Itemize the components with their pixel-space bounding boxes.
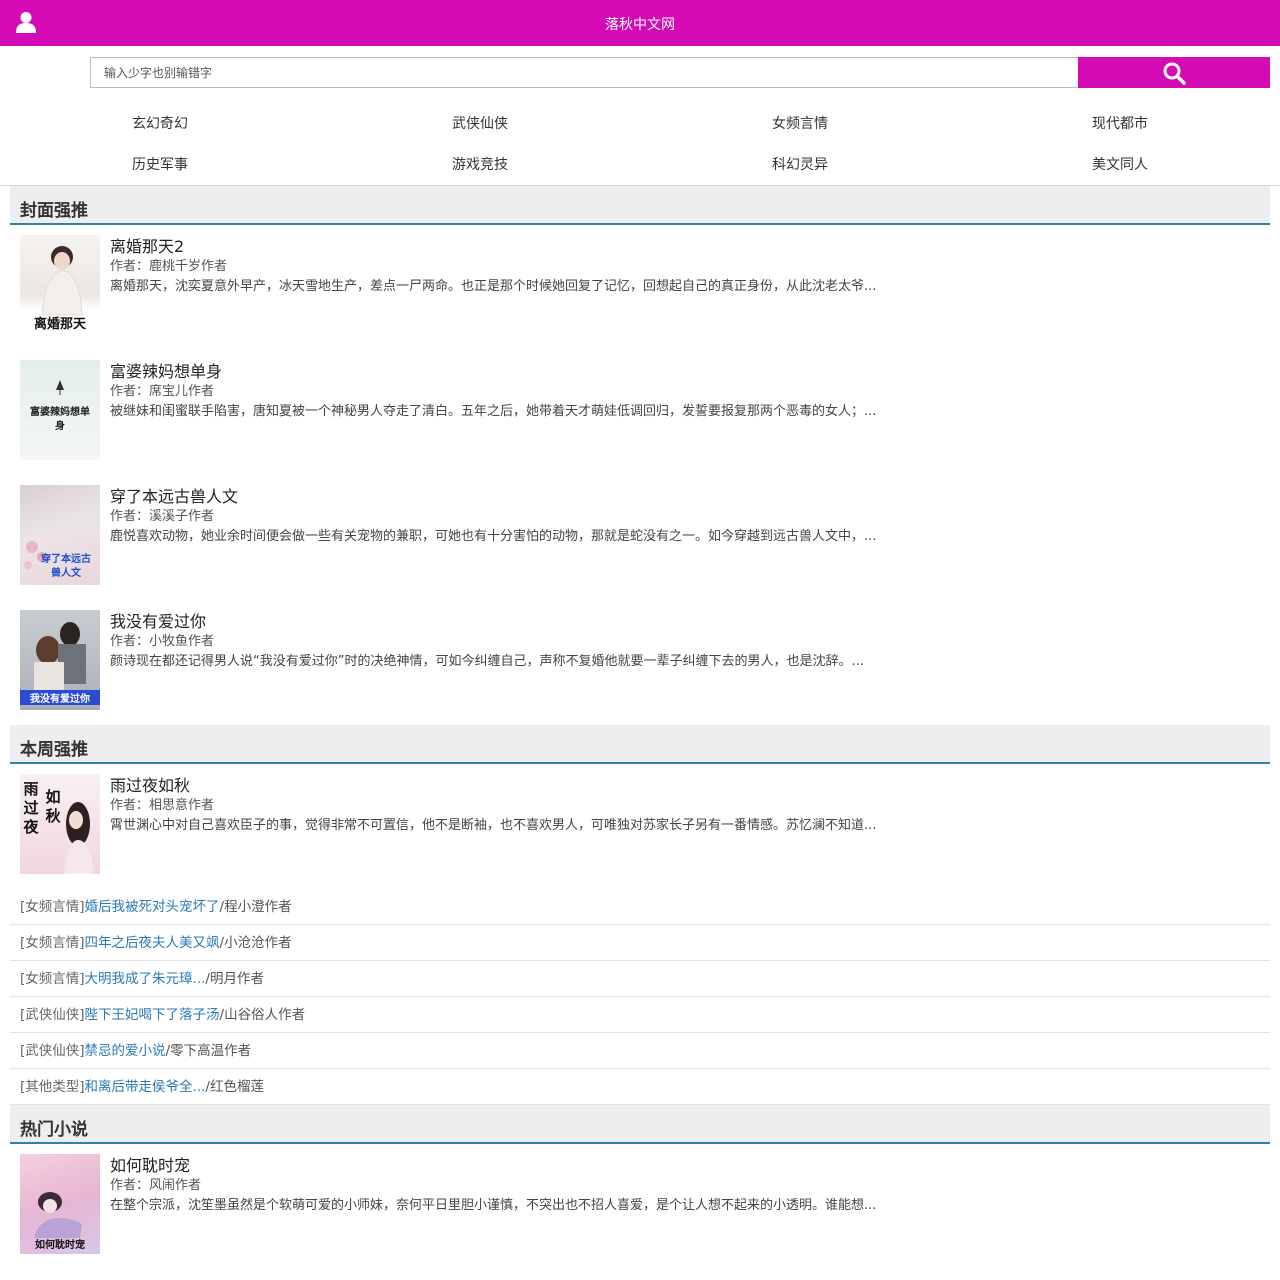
list-item-author: 零下高温作者 xyxy=(170,1043,252,1059)
category-link-xuanhuan[interactable]: 玄幻奇幻 xyxy=(0,114,320,134)
section-title: 热门小说 xyxy=(20,1120,88,1140)
list-item: [武侠仙侠]陛下王妃喝下了落子汤/山谷俗人作者 xyxy=(10,997,1270,1033)
list-item-author: 山谷俗人作者 xyxy=(224,1007,306,1023)
list-item: [其他类型]和离后带走侯爷全.../红色榴莲 xyxy=(10,1069,1270,1105)
book-item[interactable]: 我没有爱过你 我没有爱过你 作者：小牧鱼作者 颜诗现在都还记得男人说“我没有爱过… xyxy=(10,600,1270,725)
search-input[interactable] xyxy=(90,57,1078,88)
list-item-title-link[interactable]: 禁忌的爱小说 xyxy=(85,1043,166,1059)
book-intro: 鹿悦喜欢动物，她业余时间便会做一些有关宠物的兼职，可她也有十分害怕的动物，那就是… xyxy=(110,529,877,544)
cover-title: 雨过夜 xyxy=(23,780,39,836)
section-title: 封面强推 xyxy=(20,201,88,221)
book-title[interactable]: 穿了本远古兽人文 xyxy=(110,483,238,507)
book-title[interactable]: 富婆辣妈想单身 xyxy=(110,358,222,382)
book-author: 作者：鹿桃千岁作者 xyxy=(110,259,228,274)
section-title: 本周强推 xyxy=(20,740,88,760)
list-item-author: 明月作者 xyxy=(209,971,264,987)
book-intro: 霄世渊心中对自己喜欢臣子的事，觉得非常不可置信，他不是断袖，也不喜欢男人，可唯独… xyxy=(110,818,877,833)
cover-title: 如秋 xyxy=(45,788,61,825)
category-link-lishi[interactable]: 历史军事 xyxy=(0,155,320,175)
search-icon xyxy=(1163,62,1186,85)
book-cover[interactable]: 离婚那天 xyxy=(20,235,100,335)
book-cover[interactable]: 如何耽时宠 xyxy=(20,1154,100,1254)
list-item-category[interactable]: [女频言情] xyxy=(20,899,85,915)
category-link-dushi[interactable]: 现代都市 xyxy=(960,114,1280,134)
list-item-title-link[interactable]: 大明我成了朱元璋... xyxy=(85,971,206,987)
search-button[interactable] xyxy=(1078,57,1270,88)
book-cover[interactable]: 穿了本远古兽人文 xyxy=(20,485,100,585)
list-item-title-link[interactable]: 婚后我被死对头宠坏了 xyxy=(85,899,220,915)
book-item[interactable]: 穿了本远古兽人文 穿了本远古兽人文 作者：溪溪子作者 鹿悦喜欢动物，她业余时间便… xyxy=(10,475,1270,600)
category-link-nvpin[interactable]: 女频言情 xyxy=(640,114,960,134)
cover-title: 离婚那天 xyxy=(33,317,86,332)
list-item-title-link[interactable]: 和离后带走侯爷全... xyxy=(85,1079,206,1095)
cover-title: 如何耽时宠 xyxy=(35,1240,85,1251)
list-item-title-link[interactable]: 陛下王妃喝下了落子汤 xyxy=(85,1007,220,1023)
list-item: [女频言情]大明我成了朱元璋.../明月作者 xyxy=(10,961,1270,997)
list-item-author: 程小澄作者 xyxy=(224,899,292,915)
list-item-category[interactable]: [女频言情] xyxy=(20,935,85,951)
book-intro: 在整个宗派，沈笙墨虽然是个软萌可爱的小师妹，奈何平日里胆小谨慎，不突出也不招人喜… xyxy=(110,1198,877,1213)
cover-title: 富婆辣妈想单身 xyxy=(30,407,90,432)
book-item[interactable]: 雨过夜 如秋 雨过夜如秋 作者：相思意作者 霄世渊心中对自己喜欢臣子的事，觉得非… xyxy=(10,764,1270,889)
book-intro: 被继妹和闺蜜联手陷害，唐知夏被一个神秘男人夺走了清白。五年之后，她带着天才萌娃低… xyxy=(110,404,877,419)
list-item: [武侠仙侠]禁忌的爱小说/零下高温作者 xyxy=(10,1033,1270,1069)
book-item[interactable]: 富婆辣妈想单身 富婆辣妈想单身 作者：席宝儿作者 被继妹和闺蜜联手陷害，唐知夏被… xyxy=(10,350,1270,475)
book-title[interactable]: 雨过夜如秋 xyxy=(110,772,190,796)
book-intro: 离婚那天，沈奕夏意外早产，冰天雪地生产，差点一尸两命。也正是那个时候她回复了记忆… xyxy=(110,279,877,294)
category-link-kehuan[interactable]: 科幻灵异 xyxy=(640,155,960,175)
list-item-category[interactable]: [女频言情] xyxy=(20,971,85,987)
book-cover[interactable]: 富婆辣妈想单身 xyxy=(20,360,100,460)
book-author: 作者：席宝儿作者 xyxy=(110,384,215,399)
cover-title: 穿了本远古兽人文 xyxy=(41,554,91,579)
category-link-youxi[interactable]: 游戏竞技 xyxy=(320,155,640,175)
list-item: [女频言情]婚后我被死对头宠坏了/程小澄作者 xyxy=(10,889,1270,925)
list-item-category[interactable]: [武侠仙侠] xyxy=(20,1043,85,1059)
book-item[interactable]: 如何耽时宠 如何耽时宠 作者：风闹作者 在整个宗派，沈笙墨虽然是个软萌可爱的小师… xyxy=(10,1144,1270,1269)
cover-title: 我没有爱过你 xyxy=(20,690,100,705)
list-item: [女频言情]四年之后夜夫人美又飒/小沧沧作者 xyxy=(10,925,1270,961)
book-title[interactable]: 我没有爱过你 xyxy=(110,608,206,632)
list-item-title-link[interactable]: 四年之后夜夫人美又飒 xyxy=(85,935,220,951)
book-title[interactable]: 离婚那天2 xyxy=(110,233,184,257)
book-cover[interactable]: 我没有爱过你 xyxy=(20,610,100,710)
list-item-author: 小沧沧作者 xyxy=(224,935,292,951)
site-title[interactable]: 落秋中文网 xyxy=(0,14,1280,34)
section-header-weekly: 本周强推 xyxy=(10,725,1270,764)
category-link-wuxia[interactable]: 武侠仙侠 xyxy=(320,114,640,134)
book-title[interactable]: 如何耽时宠 xyxy=(110,1152,190,1176)
list-item-category[interactable]: [其他类型] xyxy=(20,1079,85,1095)
book-cover[interactable]: 雨过夜 如秋 xyxy=(20,774,100,874)
category-link-meiwen[interactable]: 美文同人 xyxy=(960,155,1280,175)
list-item-category[interactable]: [武侠仙侠] xyxy=(20,1007,85,1023)
book-intro: 颜诗现在都还记得男人说“我没有爱过你”时的决绝神情，可如今纠缠自己，声称不复婚他… xyxy=(110,654,864,669)
section-header-hot: 热门小说 xyxy=(10,1105,1270,1144)
book-author: 作者：溪溪子作者 xyxy=(110,509,215,524)
book-author: 作者：相思意作者 xyxy=(110,798,215,813)
section-header-cover: 封面强推 xyxy=(10,186,1270,225)
top-bar: 落秋中文网 xyxy=(0,0,1280,46)
book-item[interactable]: 离婚那天 离婚那天2 作者：鹿桃千岁作者 离婚那天，沈奕夏意外早产，冰天雪地生产… xyxy=(10,225,1270,350)
book-author: 作者：小牧鱼作者 xyxy=(110,634,215,649)
book-author: 作者：风闹作者 xyxy=(110,1178,202,1193)
list-item-author: 红色榴莲 xyxy=(209,1079,264,1095)
